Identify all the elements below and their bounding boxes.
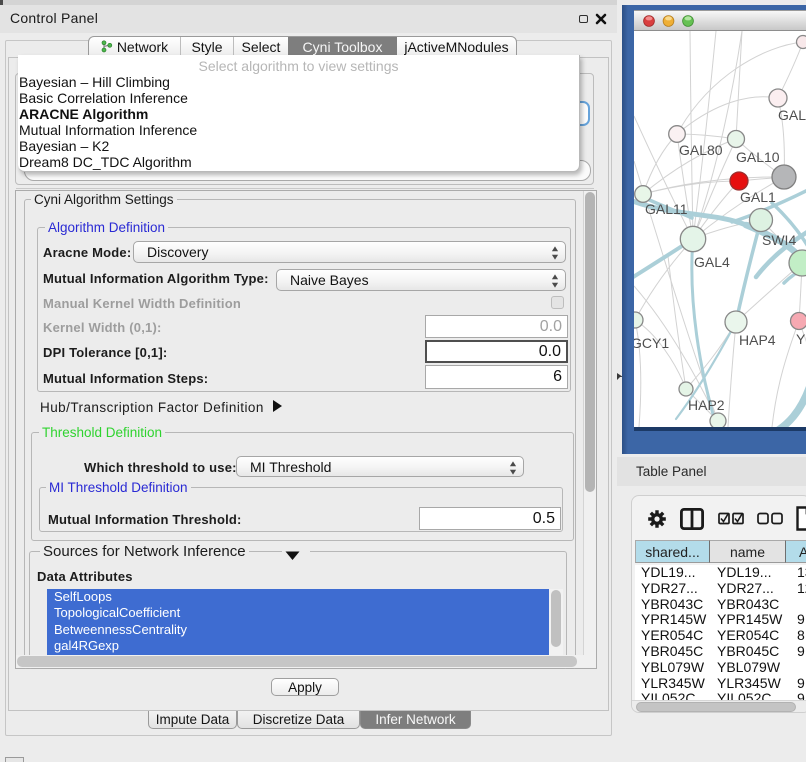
svg-text:GCY1: GCY1 xyxy=(634,335,669,351)
svg-text:GAL7: GAL7 xyxy=(778,107,806,123)
svg-text:SWI4: SWI4 xyxy=(762,232,796,248)
svg-text:HAP2: HAP2 xyxy=(688,397,725,413)
svg-text:GAL80: GAL80 xyxy=(679,142,723,158)
svg-text:GAL1: GAL1 xyxy=(740,189,776,205)
svg-text:GAL4: GAL4 xyxy=(694,254,730,270)
svg-text:HAP4: HAP4 xyxy=(739,332,776,348)
svg-text:GAL10: GAL10 xyxy=(736,149,780,165)
svg-text:Y: Y xyxy=(796,331,806,347)
svg-text:GAL11: GAL11 xyxy=(645,201,688,217)
